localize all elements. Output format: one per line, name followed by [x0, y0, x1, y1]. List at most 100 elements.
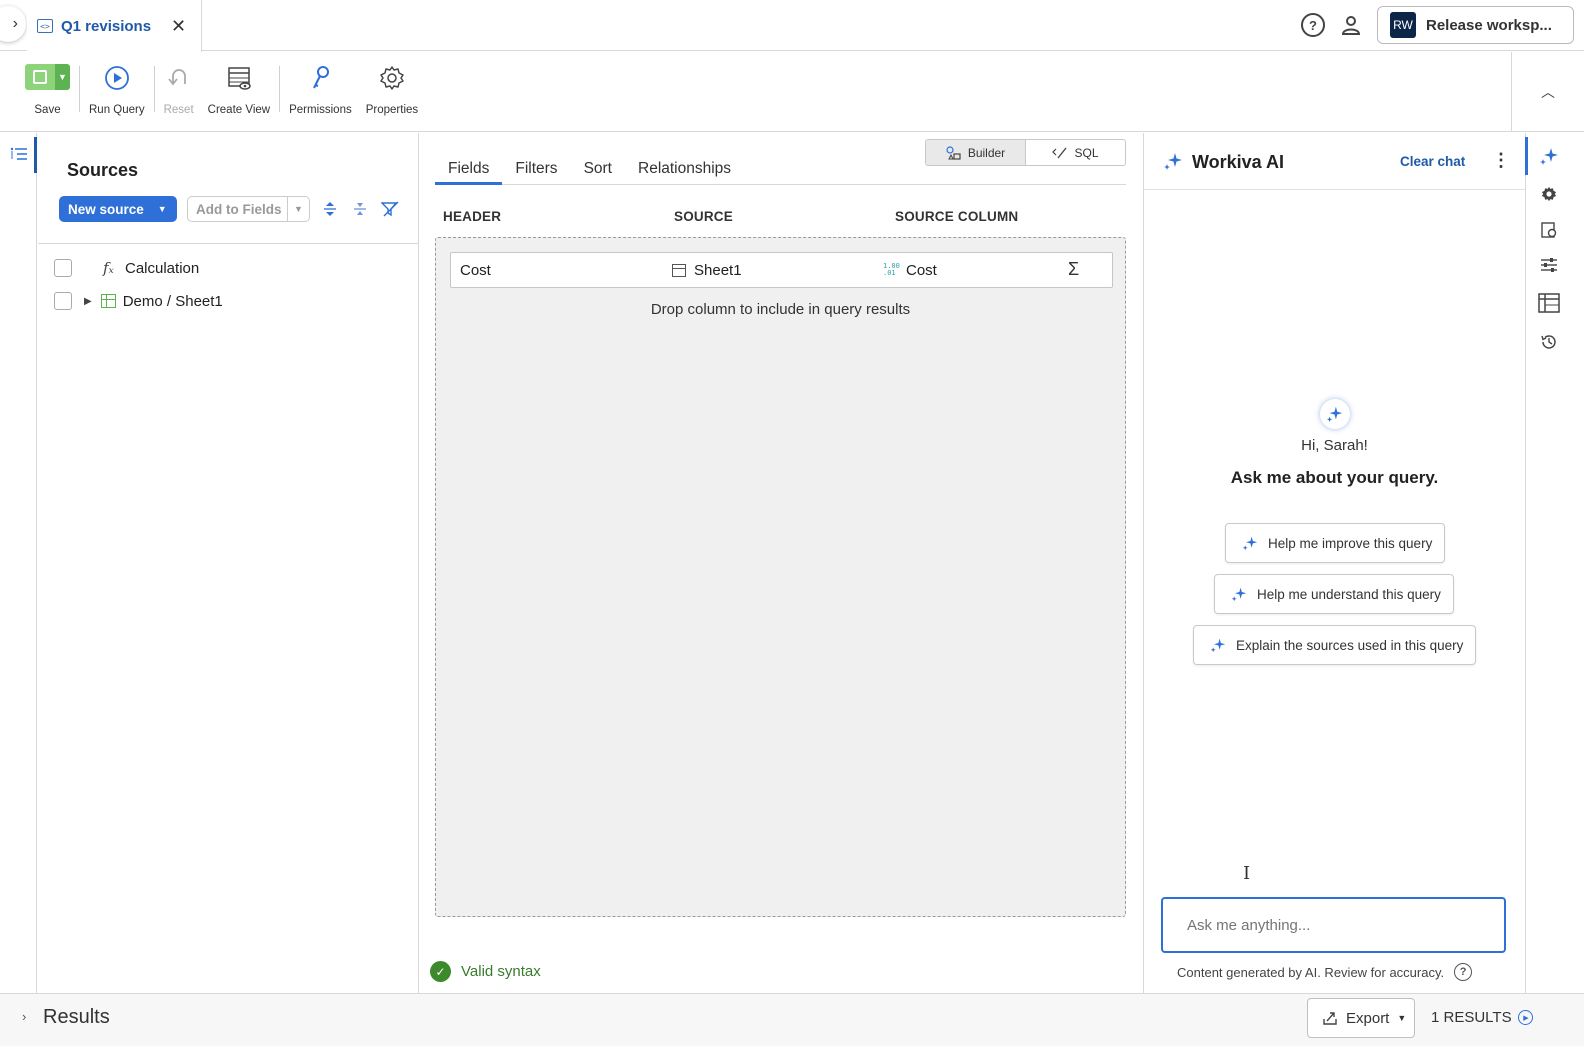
workspace-avatar: RW: [1390, 12, 1416, 38]
suggestion-understand-query[interactable]: Help me understand this query: [1214, 574, 1454, 614]
source-item-demo-sheet1[interactable]: ▶ Demo / Sheet1: [54, 290, 223, 312]
reset-button[interactable]: Reset: [157, 64, 201, 116]
workspace-switcher-button[interactable]: RW Release worksp...: [1377, 6, 1574, 44]
undo-icon: [167, 69, 186, 86]
document-tab[interactable]: <> Q1 revisions ✕: [27, 0, 202, 52]
document-settings-icon[interactable]: [1538, 219, 1560, 241]
create-view-button[interactable]: Create View: [201, 64, 277, 116]
collapse-toolbar-button[interactable]: ︿: [1511, 52, 1584, 132]
ai-title: Workiva AI: [1192, 152, 1285, 172]
chevron-right-icon[interactable]: ›: [22, 1009, 26, 1024]
ai-greeting: Hi, Sarah!: [1301, 437, 1368, 454]
sources-actions: New source ▼ Add to Fields ▼: [59, 196, 400, 222]
top-right-actions: ? RW Release worksp...: [1301, 6, 1574, 44]
sliders-icon[interactable]: [1538, 254, 1560, 276]
filter-clear-icon[interactable]: [380, 199, 400, 219]
more-options-icon[interactable]: ⋮: [1492, 150, 1510, 171]
syntax-status-label: Valid syntax: [461, 963, 541, 980]
caret-down-icon: ▼: [157, 204, 167, 214]
key-icon: [313, 66, 330, 89]
export-icon: [1323, 1012, 1337, 1025]
properties-button[interactable]: Properties: [359, 64, 425, 116]
source-item-calculation[interactable]: fₓ Calculation: [54, 257, 199, 279]
create-view-label: Create View: [207, 104, 271, 116]
toolbar: ▼ Save Run Query Reset Create View Permi…: [0, 52, 1511, 132]
create-view-icon: [228, 67, 251, 90]
ai-welcome: Hi, Sarah! Ask me about your query.: [1144, 399, 1525, 488]
top-bar: › <> Q1 revisions ✕ ? RW Release worksp.…: [0, 0, 1584, 52]
right-rail-active-indicator: [1525, 137, 1528, 175]
clear-chat-button[interactable]: Clear chat: [1400, 154, 1465, 169]
collapse-all-icon[interactable]: [350, 199, 370, 219]
ai-sparkle-icon[interactable]: [1538, 145, 1560, 167]
suggestion-improve-query[interactable]: Help me improve this query: [1225, 523, 1446, 563]
help-icon[interactable]: ?: [1301, 13, 1325, 37]
save-button[interactable]: ▼ Save: [18, 64, 77, 116]
field-row[interactable]: Cost Sheet1 1.00 .01 Cost Σ: [450, 252, 1113, 288]
sheet-icon: [672, 264, 686, 277]
toolbar-divider: [153, 66, 155, 112]
suggestion-label: Help me understand this query: [1257, 586, 1441, 602]
tab-fields[interactable]: Fields: [435, 157, 503, 185]
outline-list-icon[interactable]: [10, 147, 28, 163]
chevron-right-icon: ›: [12, 15, 18, 32]
ai-panel: Workiva AI Clear chat ⋮ Hi, Sarah! Ask m…: [1143, 133, 1525, 993]
run-query-icon: [104, 66, 129, 90]
ai-heading: Ask me about your query.: [1230, 468, 1439, 487]
suggestion-explain-sources[interactable]: Explain the sources used in this query: [1193, 625, 1477, 665]
sparkle-icon: [1210, 638, 1226, 653]
permissions-button[interactable]: Permissions: [282, 64, 359, 116]
play-circle-icon[interactable]: ▶: [1518, 1010, 1533, 1025]
tab-filters[interactable]: Filters: [502, 157, 570, 185]
column-header-source: SOURCE: [674, 209, 733, 224]
run-query-button[interactable]: Run Query: [82, 64, 152, 116]
chevron-up-icon: ︿: [1541, 83, 1555, 100]
expand-all-icon[interactable]: [320, 199, 340, 219]
save-label: Save: [34, 104, 61, 116]
sigma-icon[interactable]: Σ: [1068, 259, 1079, 280]
function-icon: fₓ: [103, 259, 114, 277]
check-circle-icon: ✓: [430, 961, 451, 982]
results-bar: › Results Export ▼ 1 RESULTS ▶: [0, 993, 1584, 1046]
tab-title: Q1 revisions: [61, 17, 152, 35]
table-icon[interactable]: [1538, 292, 1560, 314]
source-checkbox[interactable]: [54, 259, 72, 277]
field-source-column-value: Cost: [906, 262, 937, 279]
spreadsheet-icon: [100, 294, 116, 308]
new-source-label: New source: [68, 201, 144, 217]
export-label: Export: [1346, 1009, 1390, 1027]
help-icon[interactable]: ?: [1454, 963, 1473, 981]
column-header-source-column: SOURCE COLUMN: [895, 209, 1019, 224]
suggestion-label: Explain the sources used in this query: [1236, 637, 1464, 653]
caret-down-icon: ▼: [1397, 1013, 1407, 1023]
results-count: 1 RESULTS: [1431, 1009, 1512, 1026]
user-profile-icon[interactable]: [1339, 13, 1363, 37]
results-title[interactable]: Results: [43, 1006, 110, 1029]
settings-gear-icon[interactable]: [1538, 183, 1560, 205]
close-tab-icon[interactable]: ✕: [171, 16, 186, 37]
ai-chat-input[interactable]: [1161, 897, 1506, 953]
gear-icon: [380, 66, 404, 90]
fields-dropzone[interactable]: Cost Sheet1 1.00 .01 Cost Σ Drop column …: [435, 237, 1126, 917]
export-button[interactable]: Export ▼: [1307, 998, 1415, 1038]
source-checkbox[interactable]: [54, 292, 72, 310]
new-source-button[interactable]: New source ▼: [59, 196, 177, 222]
left-rail: [0, 133, 37, 993]
add-to-fields-button[interactable]: Add to Fields ▼: [187, 196, 310, 222]
caret-down-icon: ▼: [287, 197, 309, 221]
tab-relationships[interactable]: Relationships: [625, 157, 744, 185]
ai-disclaimer: Content generated by AI. Review for accu…: [1177, 963, 1473, 981]
field-source-value: Sheet1: [694, 262, 742, 279]
ai-header: Workiva AI Clear chat ⋮: [1144, 133, 1525, 190]
tab-sort[interactable]: Sort: [571, 157, 625, 185]
text-cursor-icon: I: [1243, 863, 1251, 884]
sparkle-icon: [1242, 536, 1258, 551]
caret-right-icon[interactable]: ▶: [84, 296, 92, 307]
history-icon[interactable]: [1538, 331, 1560, 353]
number-type-icon: 1.00 .01: [883, 262, 900, 277]
field-header-value: Cost: [460, 262, 491, 279]
toolbar-divider: [79, 66, 80, 112]
expand-nav-button[interactable]: ›: [0, 6, 26, 42]
source-item-label: Demo / Sheet1: [122, 292, 223, 310]
reset-label: Reset: [163, 104, 194, 116]
